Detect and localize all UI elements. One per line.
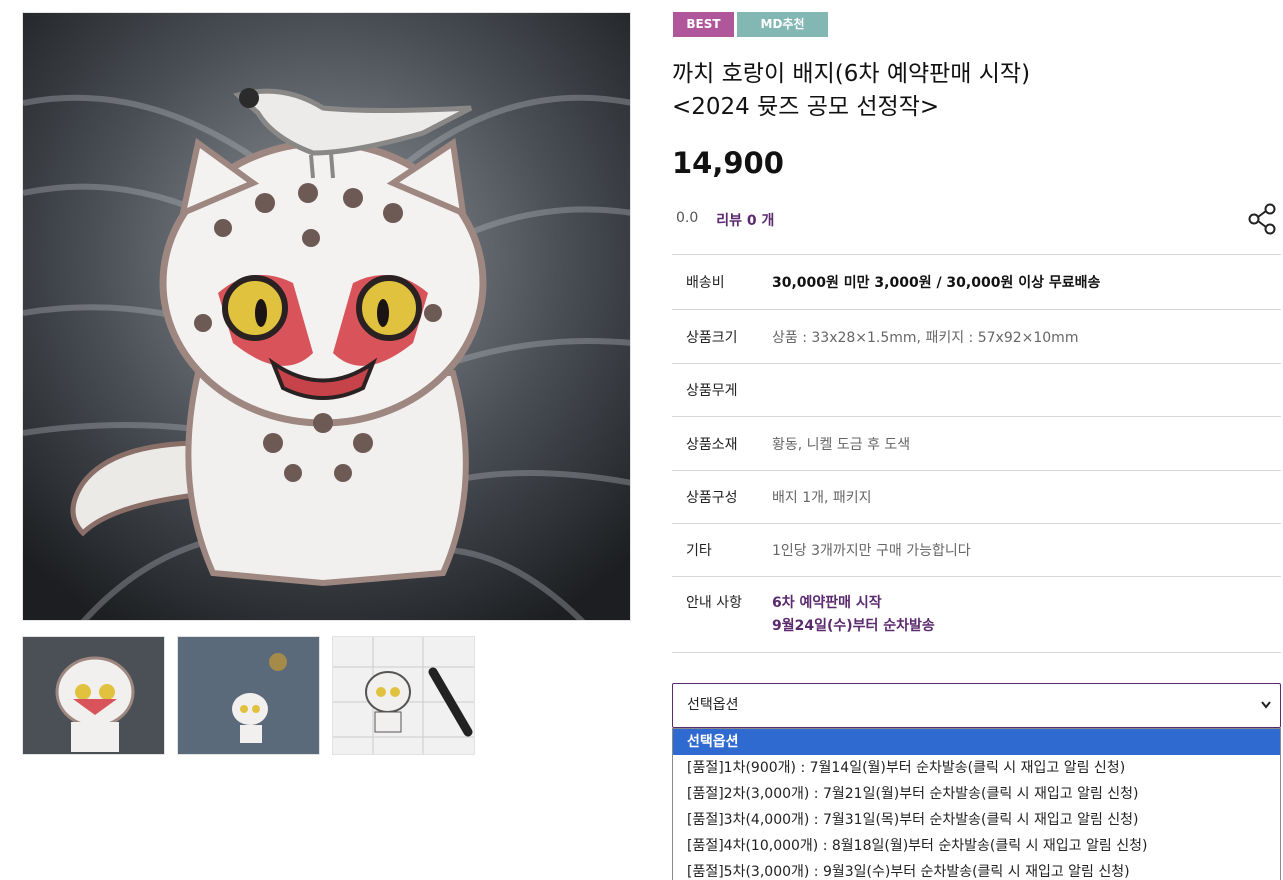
spec-row-material: 상품소재 황동, 니켈 도금 후 도색 — [672, 417, 1281, 471]
option-item[interactable]: [품절]2차(3,000개) : 7월21일(월)부터 순차발송(클릭 시 재입… — [673, 781, 1280, 807]
spec-key: 기타 — [686, 543, 712, 559]
spec-key: 상품소재 — [686, 436, 738, 453]
review-count-link[interactable]: 리뷰 0 개 — [716, 210, 774, 230]
spec-row-weight: 상품무게 — [672, 364, 1281, 417]
spec-key: 상품크기 — [686, 329, 738, 346]
product-price: 14,900 — [672, 146, 784, 180]
badge-group: BEST MD추천 — [673, 12, 828, 37]
md-pick-badge: MD추천 — [737, 12, 828, 37]
spec-key: 상품구성 — [686, 490, 738, 506]
thumbnail-2[interactable] — [177, 636, 320, 755]
rating-row: 0.0 리뷰 0 개 — [676, 210, 774, 230]
option-dropdown-list: 선택옵션 [품절]1차(900개) : 7월14일(월)부터 순차발송(클릭 시… — [672, 728, 1281, 880]
share-button[interactable] — [1248, 203, 1278, 235]
option-item[interactable]: [품절]3차(4,000개) : 7월31일(목)부터 순차발송(클릭 시 재입… — [673, 807, 1280, 833]
product-title-line1: 까치 호랑이 배지(6차 예약판매 시작) — [672, 61, 1031, 87]
notice-value: 6차 예약판매 시작 9월24일(수)부터 순차발송 — [772, 592, 935, 652]
spec-value: 황동, 니켈 도금 후 도색 — [772, 436, 911, 453]
thumbnail-1[interactable] — [22, 636, 165, 755]
spec-row-size: 상품크기 상품 : 33x28×1.5mm, 패키지 : 57x92×10mm — [672, 310, 1281, 364]
product-title-line2: <2024 뮷즈 공모 선정작> — [672, 94, 940, 120]
rating-score: 0.0 — [676, 210, 699, 226]
spec-key: 상품무게 — [686, 383, 738, 399]
main-product-image — [22, 12, 631, 621]
option-item[interactable]: [품절]1차(900개) : 7월14일(월)부터 순차발송(클릭 시 재입고 … — [673, 755, 1280, 781]
spec-value: 1인당 3개까지만 구매 가능합니다 — [772, 543, 971, 559]
option-select[interactable]: 선택옵션 — [672, 683, 1281, 728]
product-title: 까치 호랑이 배지(6차 예약판매 시작) <2024 뮷즈 공모 선정작> — [672, 58, 1232, 124]
spec-value: 30,000원 미만 3,000원 / 30,000원 이상 무료배송 — [772, 275, 1101, 291]
spec-row-etc: 기타 1인당 3개까지만 구매 가능합니다 — [672, 524, 1281, 577]
option-select-value: 선택옵션 — [687, 697, 739, 713]
spec-row-notice: 안내 사항 6차 예약판매 시작 9월24일(수)부터 순차발송 — [672, 577, 1281, 653]
option-item[interactable]: 선택옵션 — [673, 729, 1280, 755]
spec-row-components: 상품구성 배지 1개, 패키지 — [672, 471, 1281, 524]
option-item[interactable]: [품절]5차(3,000개) : 9월3일(수)부터 순차발송(클릭 시 재입고… — [673, 859, 1280, 880]
spec-value: 배지 1개, 패키지 — [772, 490, 872, 506]
spec-table: 배송비 30,000원 미만 3,000원 / 30,000원 이상 무료배송 … — [672, 254, 1281, 653]
spec-row-shipping: 배송비 30,000원 미만 3,000원 / 30,000원 이상 무료배송 — [672, 255, 1281, 310]
spec-value: 상품 : 33x28×1.5mm, 패키지 : 57x92×10mm — [772, 329, 1079, 346]
share-icon — [1248, 203, 1276, 235]
spec-key: 배송비 — [686, 275, 725, 291]
notice-line2: 9월24일(수)부터 순차발송 — [772, 618, 935, 634]
spec-key: 안내 사항 — [686, 595, 742, 611]
notice-line1: 6차 예약판매 시작 — [772, 595, 882, 611]
thumbnail-3[interactable] — [332, 636, 475, 755]
best-badge: BEST — [673, 12, 734, 37]
option-item[interactable]: [품절]4차(10,000개) : 8월18일(월)부터 순차발송(클릭 시 재… — [673, 833, 1280, 859]
